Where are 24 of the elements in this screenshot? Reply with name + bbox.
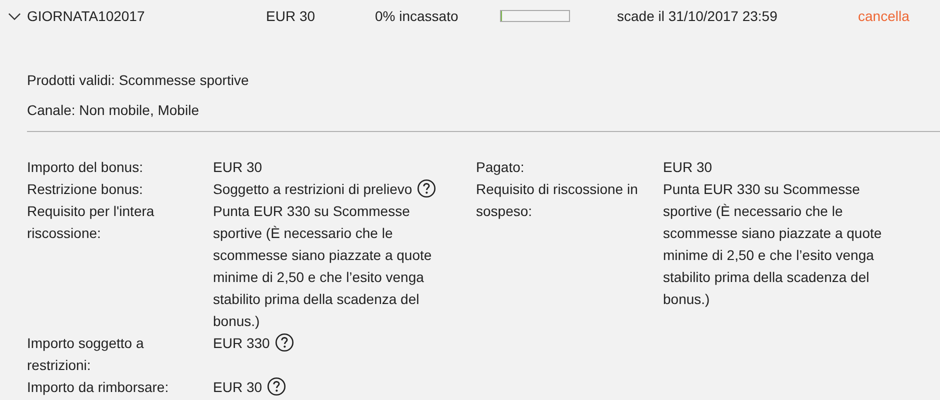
field-label: Requisito per l'intera riscossione: [27, 202, 156, 243]
cancel-link[interactable]: cancella [858, 8, 940, 24]
field-value: Punta EUR 330 su Scommesse sportive (È necessario che le scommesse siano piazzate a quote minime di 2,50 e che l’esito venga stabilito prima della scadenza del bonus.) [213, 203, 432, 329]
field-value: Soggetto a restrizioni di prelievo [213, 181, 412, 197]
info-line: Prodotti validi: Scommesse sportive [27, 71, 250, 89]
collected-percent: 0% incassato [375, 8, 460, 24]
field-value: EUR 30 [213, 159, 262, 175]
field-value: EUR 330 [213, 335, 270, 351]
field-label: Requisito di riscossione in sospeso: [476, 180, 639, 221]
field-value: Punta EUR 330 su Scommesse sportive (È necessario che le scommesse siano piazzate a quote minime di 2,50 e che l’esito venga stabilito prima della scadenza del bonus.) [663, 181, 882, 307]
bonus-amount: EUR 30 [266, 8, 316, 24]
field-value: EUR 30 [213, 379, 262, 395]
bonus-code: GIORNATA102017 [27, 8, 146, 24]
field-label: Importo soggetto a restrizioni: [27, 334, 145, 375]
field-value: EUR 30 [663, 159, 712, 175]
help-icon[interactable] [417, 179, 436, 198]
field-label: Importo del bonus: [27, 158, 144, 177]
field-label: Importo da rimborsare: [27, 378, 170, 397]
help-icon[interactable] [267, 377, 286, 396]
expiry-date: scade il 31/10/2017 23:59 [617, 8, 778, 24]
info-line: Canale: Non mobile, Mobile [27, 101, 200, 119]
help-icon[interactable] [274, 333, 294, 352]
field-label: Restrizione bonus: [27, 180, 144, 199]
field-label: Pagato: [476, 158, 526, 177]
